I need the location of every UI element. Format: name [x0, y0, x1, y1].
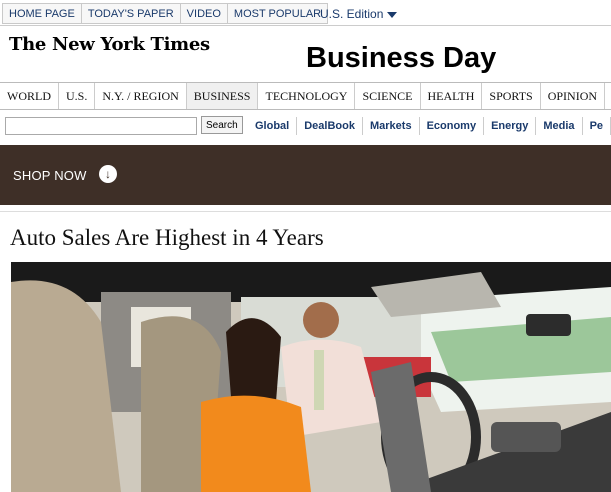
nyt-logo[interactable]: The New York Times [9, 34, 210, 55]
tab-opinion[interactable]: OPINION [541, 83, 606, 109]
subnav-energy[interactable]: Energy [484, 117, 537, 135]
subnav-media[interactable]: Media [536, 117, 583, 135]
article-photo[interactable] [11, 262, 611, 492]
tab-us[interactable]: U.S. [59, 83, 96, 109]
search-button[interactable]: Search [201, 116, 243, 134]
section-tabs: WORLD U.S. N.Y. / REGION BUSINESS TECHNO… [0, 82, 611, 110]
tab-health[interactable]: HEALTH [421, 83, 483, 109]
tab-technology[interactable]: TECHNOLOGY [258, 83, 356, 109]
arrow-down-circle-icon[interactable]: ↓ [99, 165, 117, 183]
divider [0, 211, 611, 212]
subnav-personal-tech[interactable]: Pe [583, 117, 611, 135]
tab-sports[interactable]: SPORTS [482, 83, 541, 109]
search-input[interactable] [5, 117, 197, 135]
business-sub-nav: Global DealBook Markets Economy Energy M… [248, 117, 611, 135]
tab-business[interactable]: BUSINESS [186, 83, 259, 109]
subnav-global[interactable]: Global [248, 117, 298, 135]
subnav-dealbook[interactable]: DealBook [297, 117, 363, 135]
shop-now-label[interactable]: SHOP NOW [13, 168, 87, 183]
top-nav-most-popular[interactable]: MOST POPULAR [226, 3, 329, 24]
edition-label: U.S. Edition [320, 7, 384, 21]
tab-world[interactable]: WORLD [0, 83, 59, 109]
top-nav-todays-paper[interactable]: TODAY'S PAPER [80, 3, 180, 24]
subnav-markets[interactable]: Markets [363, 117, 420, 135]
section-title[interactable]: Business Day [306, 42, 496, 75]
photo-illustration [11, 262, 611, 492]
top-nav: HOME PAGE TODAY'S PAPER VIDEO MOST POPUL… [2, 3, 329, 24]
chevron-down-icon [387, 11, 398, 18]
article-headline[interactable]: Auto Sales Are Highest in 4 Years [10, 225, 324, 251]
ad-banner[interactable]: SHOP NOW ↓ [0, 145, 611, 205]
top-nav-video[interactable]: VIDEO [179, 3, 227, 24]
divider [0, 25, 611, 26]
subnav-economy[interactable]: Economy [420, 117, 485, 135]
top-nav-home-page[interactable]: HOME PAGE [2, 3, 81, 24]
tab-ny-region[interactable]: N.Y. / REGION [95, 83, 187, 109]
edition-dropdown[interactable]: U.S. Edition [320, 7, 398, 21]
tab-science[interactable]: SCIENCE [355, 83, 421, 109]
